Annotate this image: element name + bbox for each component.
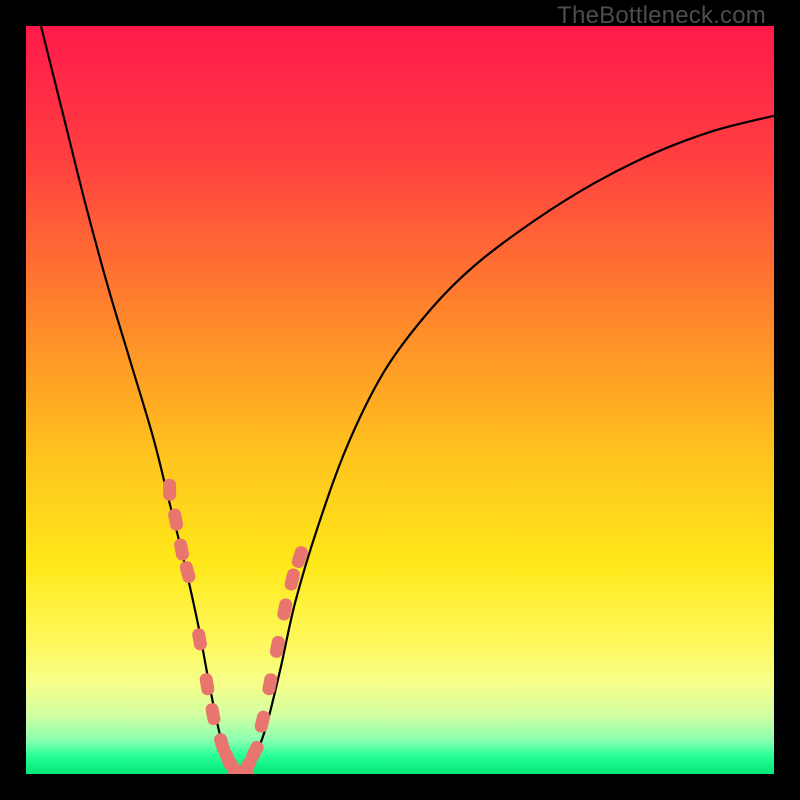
data-marker: [178, 560, 196, 585]
plot-area: [26, 26, 774, 774]
data-marker: [167, 508, 184, 532]
data-marker: [199, 672, 215, 696]
data-marker: [204, 702, 221, 726]
outer-frame: TheBottleneck.com: [0, 0, 800, 800]
curve-layer: [26, 26, 774, 774]
marker-group: [163, 479, 309, 774]
bottleneck-curve: [41, 26, 774, 774]
data-marker: [253, 709, 271, 733]
data-marker: [163, 479, 176, 501]
watermark-text: TheBottleneck.com: [557, 2, 766, 30]
data-marker: [173, 538, 190, 562]
data-marker: [191, 627, 208, 651]
